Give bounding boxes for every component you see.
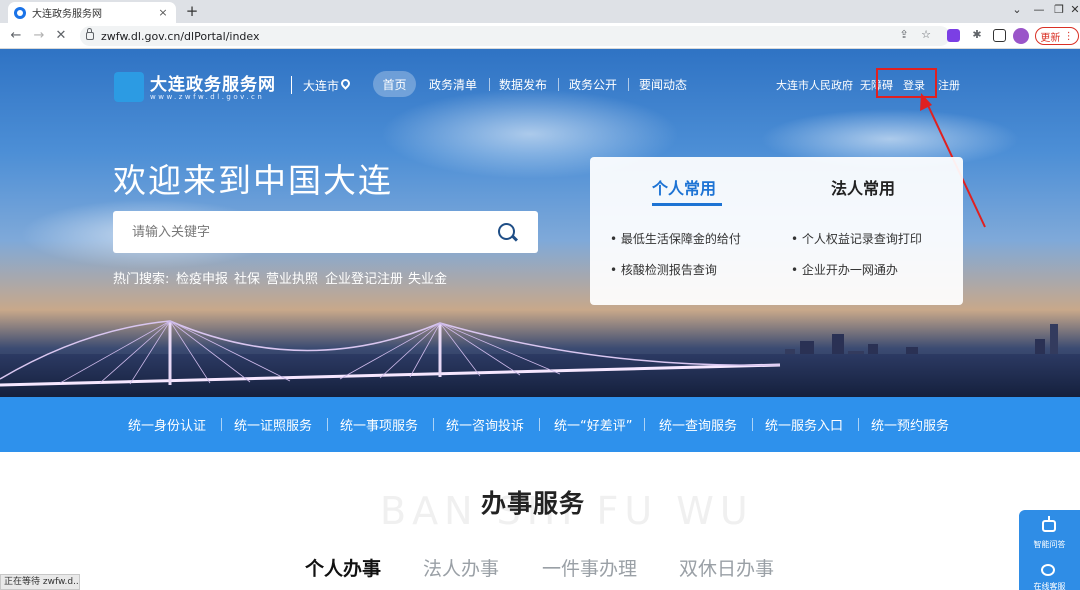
site-logo-title[interactable]: 大连政务服务网: [150, 70, 276, 95]
service-link-label[interactable]: 核酸检测报告查询: [621, 263, 717, 277]
register-link[interactable]: 注册: [938, 77, 960, 93]
service-bar-item[interactable]: 统一“好差评”: [554, 415, 632, 434]
service-link-label[interactable]: 个人权益记录查询打印: [802, 232, 922, 246]
back-icon[interactable]: ←: [8, 28, 24, 43]
floating-help-panel: 智能问答 在线客服: [1019, 510, 1080, 590]
profile-avatar[interactable]: [1013, 28, 1029, 44]
nav-divider: [558, 78, 559, 91]
service-bar-divider: [433, 418, 434, 431]
link-dalian-gov[interactable]: 大连市人民政府: [776, 77, 853, 93]
service-link-label[interactable]: 企业开办一网通办: [802, 263, 898, 277]
hero-banner: 大连政务服务网 www.zwfw.dl.gov.cn 大连市 首页 政务清单 数…: [0, 49, 1080, 397]
hot-search-label: 热门搜索:: [113, 272, 170, 287]
nav-service-list[interactable]: 政务清单: [422, 71, 484, 97]
tab-legal-common[interactable]: 法人常用: [831, 175, 895, 199]
tab-title: 大连政务服务网: [32, 9, 102, 20]
welcome-heading: 欢迎来到中国大连: [113, 161, 393, 200]
hot-search-item[interactable]: 企业登记注册: [325, 268, 403, 287]
forward-icon[interactable]: →: [31, 28, 47, 43]
browser-tab-strip: 大连政务服务网 × + ⌄ — ❐ ✕: [0, 0, 1080, 23]
service-bar-item[interactable]: 统一事项服务: [340, 415, 418, 434]
search-icon[interactable]: [498, 223, 515, 240]
city-selector[interactable]: 大连市: [303, 77, 339, 94]
update-button[interactable]: 更新 ⋮: [1035, 27, 1079, 45]
robot-icon[interactable]: [1042, 516, 1056, 532]
tab-personal-services[interactable]: 个人办事: [305, 554, 381, 581]
close-window-icon[interactable]: ✕: [1066, 3, 1080, 16]
nav-gov-affairs[interactable]: 政务公开: [564, 71, 622, 97]
service-bar-item[interactable]: 统一咨询投诉: [446, 415, 524, 434]
common-services-panel: 个人常用 法人常用 • 最低生活保障金的给付 • 个人权益记录查询打印 • 核酸…: [590, 157, 963, 305]
bridge-illustration: [0, 320, 781, 387]
nav-divider: [628, 78, 629, 91]
search-input[interactable]: [113, 211, 473, 253]
url-text[interactable]: zwfw.dl.gov.cn/dlPortal/index: [101, 30, 260, 43]
address-bar[interactable]: zwfw.dl.gov.cn/dlPortal/index: [80, 26, 950, 46]
service-bar-divider: [221, 418, 222, 431]
tab-legal-services[interactable]: 法人办事: [423, 554, 499, 581]
header-divider: [291, 76, 292, 94]
hot-search-item[interactable]: 检疫申报: [176, 268, 228, 287]
site-favicon-icon: [14, 6, 26, 19]
chevron-down-icon[interactable]: ⌄: [1008, 3, 1026, 16]
minimize-icon[interactable]: —: [1030, 3, 1048, 16]
hot-search-item[interactable]: 社保: [234, 268, 260, 287]
bookmark-star-icon[interactable]: ☆: [918, 28, 934, 41]
share-icon[interactable]: ⇪: [896, 28, 912, 41]
service-bar-divider: [327, 418, 328, 431]
update-label: 更新: [1040, 32, 1061, 44]
stop-loading-icon[interactable]: ✕: [53, 28, 69, 43]
unified-services-bar: 统一身份认证 统一证照服务 统一事项服务 统一咨询投诉 统一“好差评” 统一查询…: [0, 397, 1080, 452]
tab-one-thing-services[interactable]: 一件事办理: [542, 554, 637, 581]
page-viewport: 大连政务服务网 www.zwfw.dl.gov.cn 大连市 首页 政务清单 数…: [0, 49, 1080, 590]
lock-icon[interactable]: [86, 28, 94, 40]
service-bar-divider: [644, 418, 645, 431]
extensions-puzzle-icon[interactable]: ✱: [969, 28, 985, 41]
browser-tab[interactable]: 大连政务服务网 ×: [8, 2, 176, 23]
nav-news[interactable]: 要闻动态: [634, 71, 692, 97]
service-link-label[interactable]: 最低生活保障金的给付: [621, 232, 741, 246]
tab-personal-common[interactable]: 个人常用: [652, 175, 716, 199]
hot-search-item[interactable]: 失业金: [408, 268, 447, 287]
service-bar-item[interactable]: 统一证照服务: [234, 415, 312, 434]
service-bar-item[interactable]: 统一身份认证: [128, 415, 206, 434]
nav-divider: [489, 78, 490, 91]
nav-home[interactable]: 首页: [373, 71, 416, 97]
service-bar-item[interactable]: 统一服务入口: [765, 415, 843, 434]
chat-bubble-icon[interactable]: [1041, 564, 1055, 576]
tab-weekend-services[interactable]: 双休日办事: [679, 554, 774, 581]
service-bar-divider: [752, 418, 753, 431]
service-link[interactable]: • 个人权益记录查询打印: [791, 230, 922, 247]
browser-toolbar: ← → ✕ zwfw.dl.gov.cn/dlPortal/index ⇪ ☆ …: [0, 23, 1080, 49]
section-title: 办事服务: [481, 489, 586, 518]
site-logo-icon[interactable]: [114, 72, 144, 102]
hot-search-item[interactable]: 营业执照: [266, 268, 318, 287]
site-logo-url: www.zwfw.dl.gov.cn: [150, 93, 265, 101]
service-link[interactable]: • 企业开办一网通办: [791, 261, 898, 278]
location-pin-icon[interactable]: [339, 77, 352, 90]
browser-status-bar: 正在等待 zwfw.d...: [0, 574, 80, 590]
extension-icon[interactable]: [947, 29, 960, 42]
online-service-label[interactable]: 在线客服: [1019, 581, 1080, 590]
side-panel-icon[interactable]: [993, 29, 1006, 42]
service-bar-item[interactable]: 统一预约服务: [871, 415, 949, 434]
new-tab-button[interactable]: +: [183, 2, 201, 20]
nav-data-release[interactable]: 数据发布: [494, 71, 552, 97]
search-box: [113, 211, 538, 253]
service-link[interactable]: • 核酸检测报告查询: [610, 261, 717, 278]
service-bar-divider: [539, 418, 540, 431]
active-tab-underline: [652, 203, 722, 206]
service-bar-item[interactable]: 统一查询服务: [659, 415, 737, 434]
service-link[interactable]: • 最低生活保障金的给付: [610, 230, 741, 247]
smart-qa-label[interactable]: 智能问答: [1019, 539, 1080, 550]
close-tab-icon[interactable]: ×: [156, 6, 170, 19]
service-bar-divider: [858, 418, 859, 431]
